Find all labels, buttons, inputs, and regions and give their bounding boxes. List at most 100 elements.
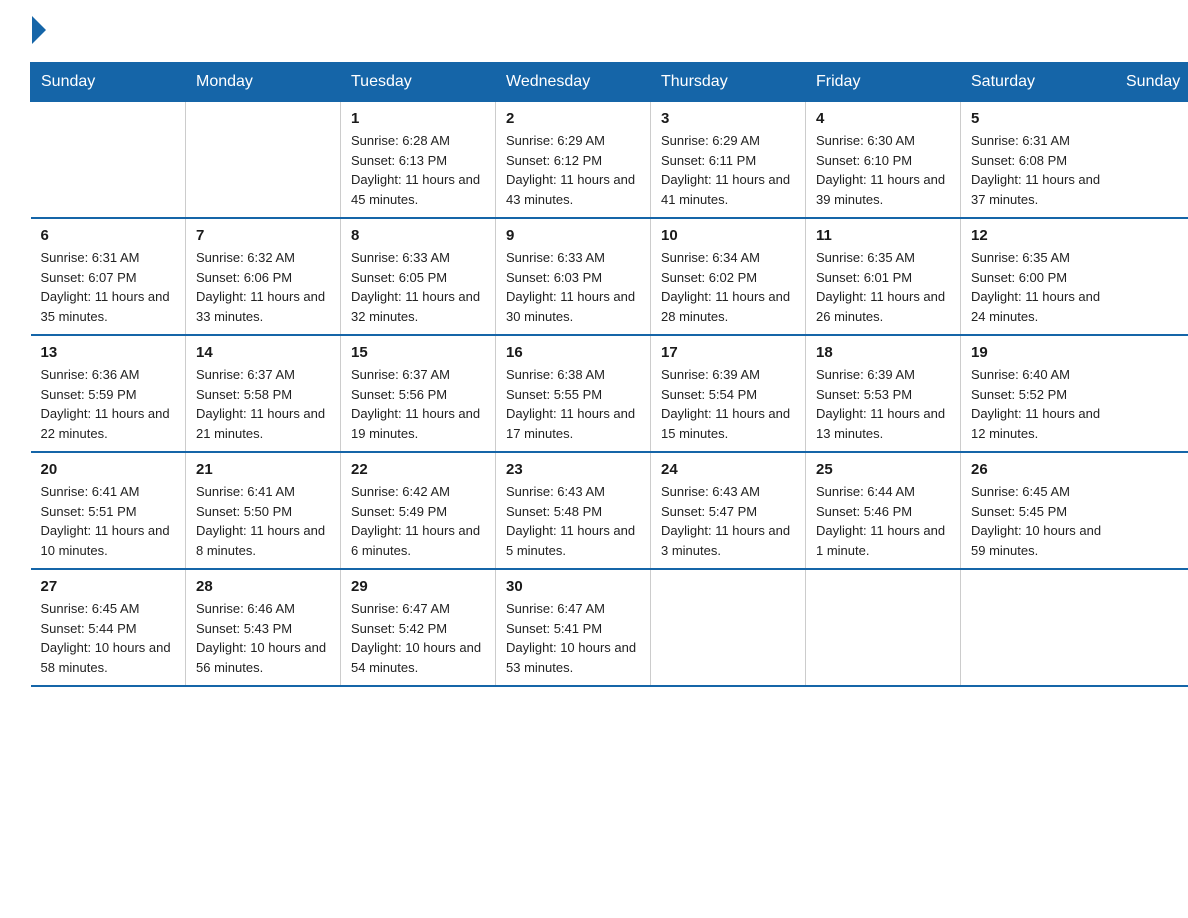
day-info: Sunrise: 6:40 AM Sunset: 5:52 PM Dayligh… [971, 365, 1106, 443]
day-number: 6 [41, 227, 176, 244]
calendar-cell: 23 Sunrise: 6:43 AM Sunset: 5:48 PM Dayli… [496, 452, 651, 569]
day-number: 1 [351, 110, 485, 127]
day-info: Sunrise: 6:34 AM Sunset: 6:02 PM Dayligh… [661, 248, 795, 326]
day-number: 23 [506, 461, 640, 478]
day-info: Sunrise: 6:43 AM Sunset: 5:47 PM Dayligh… [661, 482, 795, 560]
day-number: 7 [196, 227, 330, 244]
day-number: 12 [971, 227, 1106, 244]
day-number: 5 [971, 110, 1106, 127]
calendar-cell: 30 Sunrise: 6:47 AM Sunset: 5:41 PM Dayli… [496, 569, 651, 686]
day-number: 24 [661, 461, 795, 478]
day-number: 29 [351, 578, 485, 595]
day-info: Sunrise: 6:37 AM Sunset: 5:58 PM Dayligh… [196, 365, 330, 443]
header-thursday: Thursday [651, 63, 806, 102]
header-wednesday: Wednesday [496, 63, 651, 102]
calendar-cell: 27 Sunrise: 6:45 AM Sunset: 5:44 PM Dayli… [31, 569, 186, 686]
day-info: Sunrise: 6:41 AM Sunset: 5:51 PM Dayligh… [41, 482, 176, 560]
day-number: 8 [351, 227, 485, 244]
day-info: Sunrise: 6:39 AM Sunset: 5:54 PM Dayligh… [661, 365, 795, 443]
calendar-cell: 15 Sunrise: 6:37 AM Sunset: 5:56 PM Dayli… [341, 335, 496, 452]
calendar-week-row: 13 Sunrise: 6:36 AM Sunset: 5:59 PM Dayli… [31, 335, 1188, 452]
day-info: Sunrise: 6:31 AM Sunset: 6:07 PM Dayligh… [41, 248, 176, 326]
calendar-cell: 11 Sunrise: 6:35 AM Sunset: 6:01 PM Dayli… [806, 218, 961, 335]
column-header-sunday: Sunday [1116, 63, 1188, 102]
calendar-cell: 22 Sunrise: 6:42 AM Sunset: 5:49 PM Dayli… [341, 452, 496, 569]
calendar-cell [186, 102, 341, 219]
day-info: Sunrise: 6:45 AM Sunset: 5:44 PM Dayligh… [41, 599, 176, 677]
calendar-header-row: SundayMondayTuesdayWednesdayThursdayFrid… [31, 63, 1188, 102]
day-number: 15 [351, 344, 485, 361]
calendar-cell: 7Sunrise: 6:32 AM Sunset: 6:06 PM Daylig… [186, 218, 341, 335]
header-tuesday: Tuesday [341, 63, 496, 102]
day-info: Sunrise: 6:44 AM Sunset: 5:46 PM Dayligh… [816, 482, 950, 560]
calendar-cell: 1 Sunrise: 6:28 AM Sunset: 6:13 PM Daylig… [341, 102, 496, 219]
day-info: Sunrise: 6:45 AM Sunset: 5:45 PM Dayligh… [971, 482, 1106, 560]
calendar-cell: 21 Sunrise: 6:41 AM Sunset: 5:50 PM Dayli… [186, 452, 341, 569]
calendar-cell: 12 Sunrise: 6:35 AM Sunset: 6:00 PM Dayli… [961, 218, 1116, 335]
day-info: Sunrise: 6:28 AM Sunset: 6:13 PM Dayligh… [351, 131, 485, 209]
day-info: Sunrise: 6:36 AM Sunset: 5:59 PM Dayligh… [41, 365, 176, 443]
calendar-week-row: 1 Sunrise: 6:28 AM Sunset: 6:13 PM Daylig… [31, 102, 1188, 219]
day-number: 28 [196, 578, 330, 595]
calendar-week-row: 20Sunrise: 6:41 AM Sunset: 5:51 PM Dayli… [31, 452, 1188, 569]
day-info: Sunrise: 6:31 AM Sunset: 6:08 PM Dayligh… [971, 131, 1106, 209]
calendar-cell: 25Sunrise: 6:44 AM Sunset: 5:46 PM Dayli… [806, 452, 961, 569]
day-info: Sunrise: 6:38 AM Sunset: 5:55 PM Dayligh… [506, 365, 640, 443]
calendar-week-row: 27 Sunrise: 6:45 AM Sunset: 5:44 PM Dayli… [31, 569, 1188, 686]
page-header [30, 20, 1158, 44]
calendar-cell: 26 Sunrise: 6:45 AM Sunset: 5:45 PM Dayli… [961, 452, 1116, 569]
day-number: 22 [351, 461, 485, 478]
calendar-cell: 24 Sunrise: 6:43 AM Sunset: 5:47 PM Dayli… [651, 452, 806, 569]
day-number: 9 [506, 227, 640, 244]
day-number: 21 [196, 461, 330, 478]
day-info: Sunrise: 6:33 AM Sunset: 6:05 PM Dayligh… [351, 248, 485, 326]
calendar-cell: 10 Sunrise: 6:34 AM Sunset: 6:02 PM Dayli… [651, 218, 806, 335]
day-info: Sunrise: 6:41 AM Sunset: 5:50 PM Dayligh… [196, 482, 330, 560]
day-info: Sunrise: 6:29 AM Sunset: 6:12 PM Dayligh… [506, 131, 640, 209]
day-info: Sunrise: 6:35 AM Sunset: 6:00 PM Dayligh… [971, 248, 1106, 326]
calendar-cell [31, 102, 186, 219]
day-info: Sunrise: 6:46 AM Sunset: 5:43 PM Dayligh… [196, 599, 330, 677]
calendar-cell: 5 Sunrise: 6:31 AM Sunset: 6:08 PM Daylig… [961, 102, 1116, 219]
day-info: Sunrise: 6:43 AM Sunset: 5:48 PM Dayligh… [506, 482, 640, 560]
day-info: Sunrise: 6:29 AM Sunset: 6:11 PM Dayligh… [661, 131, 795, 209]
calendar-cell: 16Sunrise: 6:38 AM Sunset: 5:55 PM Dayli… [496, 335, 651, 452]
day-number: 11 [816, 227, 950, 244]
day-number: 26 [971, 461, 1106, 478]
calendar-cell: 2 Sunrise: 6:29 AM Sunset: 6:12 PM Daylig… [496, 102, 651, 219]
day-info: Sunrise: 6:37 AM Sunset: 5:56 PM Dayligh… [351, 365, 485, 443]
calendar-cell: 3 Sunrise: 6:29 AM Sunset: 6:11 PM Daylig… [651, 102, 806, 219]
calendar-cell [651, 569, 806, 686]
calendar-table: SundayMondayTuesdayWednesdayThursdayFrid… [30, 62, 1188, 687]
day-info: Sunrise: 6:33 AM Sunset: 6:03 PM Dayligh… [506, 248, 640, 326]
day-info: Sunrise: 6:47 AM Sunset: 5:42 PM Dayligh… [351, 599, 485, 677]
calendar-cell: 18Sunrise: 6:39 AM Sunset: 5:53 PM Dayli… [806, 335, 961, 452]
calendar-cell [961, 569, 1116, 686]
day-number: 10 [661, 227, 795, 244]
day-number: 30 [506, 578, 640, 595]
calendar-cell: 8 Sunrise: 6:33 AM Sunset: 6:05 PM Daylig… [341, 218, 496, 335]
day-info: Sunrise: 6:35 AM Sunset: 6:01 PM Dayligh… [816, 248, 950, 326]
header-saturday: Saturday [961, 63, 1116, 102]
logo-triangle-icon [32, 16, 46, 44]
day-number: 4 [816, 110, 950, 127]
header-sunday: Sunday [31, 63, 186, 102]
calendar-cell: 9 Sunrise: 6:33 AM Sunset: 6:03 PM Daylig… [496, 218, 651, 335]
calendar-cell: 28 Sunrise: 6:46 AM Sunset: 5:43 PM Dayli… [186, 569, 341, 686]
day-number: 14 [196, 344, 330, 361]
calendar-cell: 17 Sunrise: 6:39 AM Sunset: 5:54 PM Dayli… [651, 335, 806, 452]
calendar-cell: 20Sunrise: 6:41 AM Sunset: 5:51 PM Dayli… [31, 452, 186, 569]
day-info: Sunrise: 6:47 AM Sunset: 5:41 PM Dayligh… [506, 599, 640, 677]
day-number: 13 [41, 344, 176, 361]
calendar-cell: 4Sunrise: 6:30 AM Sunset: 6:10 PM Daylig… [806, 102, 961, 219]
day-number: 2 [506, 110, 640, 127]
logo [30, 20, 46, 44]
header-monday: Monday [186, 63, 341, 102]
day-info: Sunrise: 6:39 AM Sunset: 5:53 PM Dayligh… [816, 365, 950, 443]
calendar-cell [806, 569, 961, 686]
day-number: 27 [41, 578, 176, 595]
day-number: 3 [661, 110, 795, 127]
day-info: Sunrise: 6:42 AM Sunset: 5:49 PM Dayligh… [351, 482, 485, 560]
day-number: 17 [661, 344, 795, 361]
header-friday: Friday [806, 63, 961, 102]
